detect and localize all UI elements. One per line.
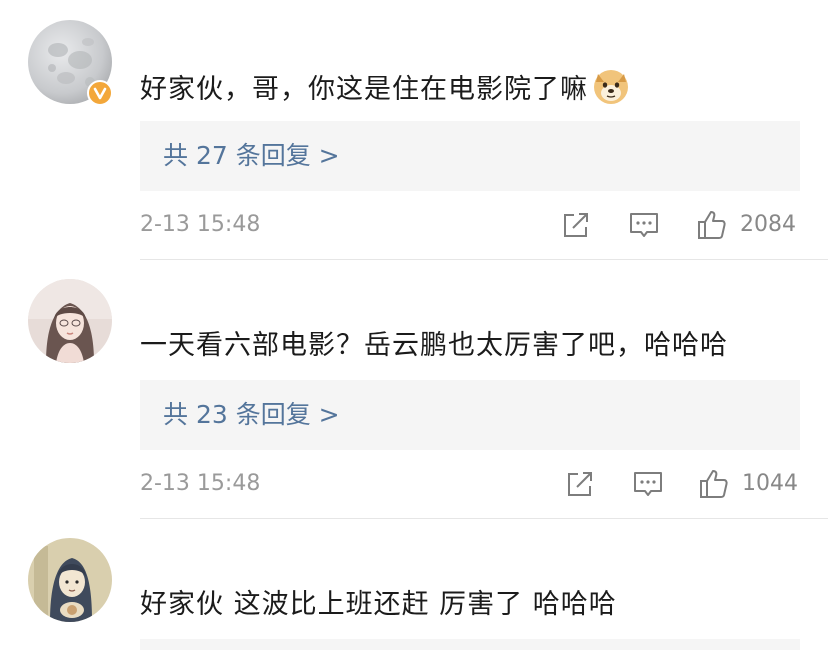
view-replies-link[interactable] — [140, 639, 800, 650]
comment-text: 好家伙 这波比上班还赶 厉害了 哈哈哈 — [140, 589, 617, 620]
divider — [140, 518, 828, 519]
like-count: 1044 — [742, 471, 798, 496]
like-icon[interactable] — [698, 468, 730, 504]
comment-meta: 2-13 15:48 2084 — [140, 205, 800, 245]
view-replies-link[interactable]: 共 27 条回复 > — [140, 121, 800, 191]
avatar[interactable] — [28, 279, 112, 363]
comment-text-body: 好家伙，哥，你这是住在电影院了嘛 — [140, 74, 588, 105]
comment-meta: 2-13 15:48 1044 — [140, 464, 800, 504]
share-icon[interactable] — [564, 468, 596, 504]
verified-badge-icon — [87, 80, 113, 106]
cartoon-avatar-image — [28, 538, 112, 622]
comment-timestamp: 2-13 15:48 — [140, 212, 261, 237]
comment-text: 好家伙，哥，你这是住在电影院了嘛 — [140, 68, 800, 108]
girl-avatar-image — [28, 279, 112, 363]
like-count: 2084 — [740, 212, 796, 237]
divider — [140, 259, 828, 260]
share-icon[interactable] — [560, 209, 592, 245]
avatar[interactable] — [28, 538, 112, 622]
comment-icon[interactable] — [628, 209, 660, 245]
view-replies-link[interactable]: 共 23 条回复 > — [140, 380, 800, 450]
comment-text: 一天看六部电影？岳云鹏也太厉害了吧，哈哈哈 — [140, 330, 728, 361]
like-icon[interactable] — [696, 209, 728, 245]
doge-emoji-icon — [592, 68, 630, 106]
comment-timestamp: 2-13 15:48 — [140, 471, 261, 496]
comment-icon[interactable] — [632, 468, 664, 504]
